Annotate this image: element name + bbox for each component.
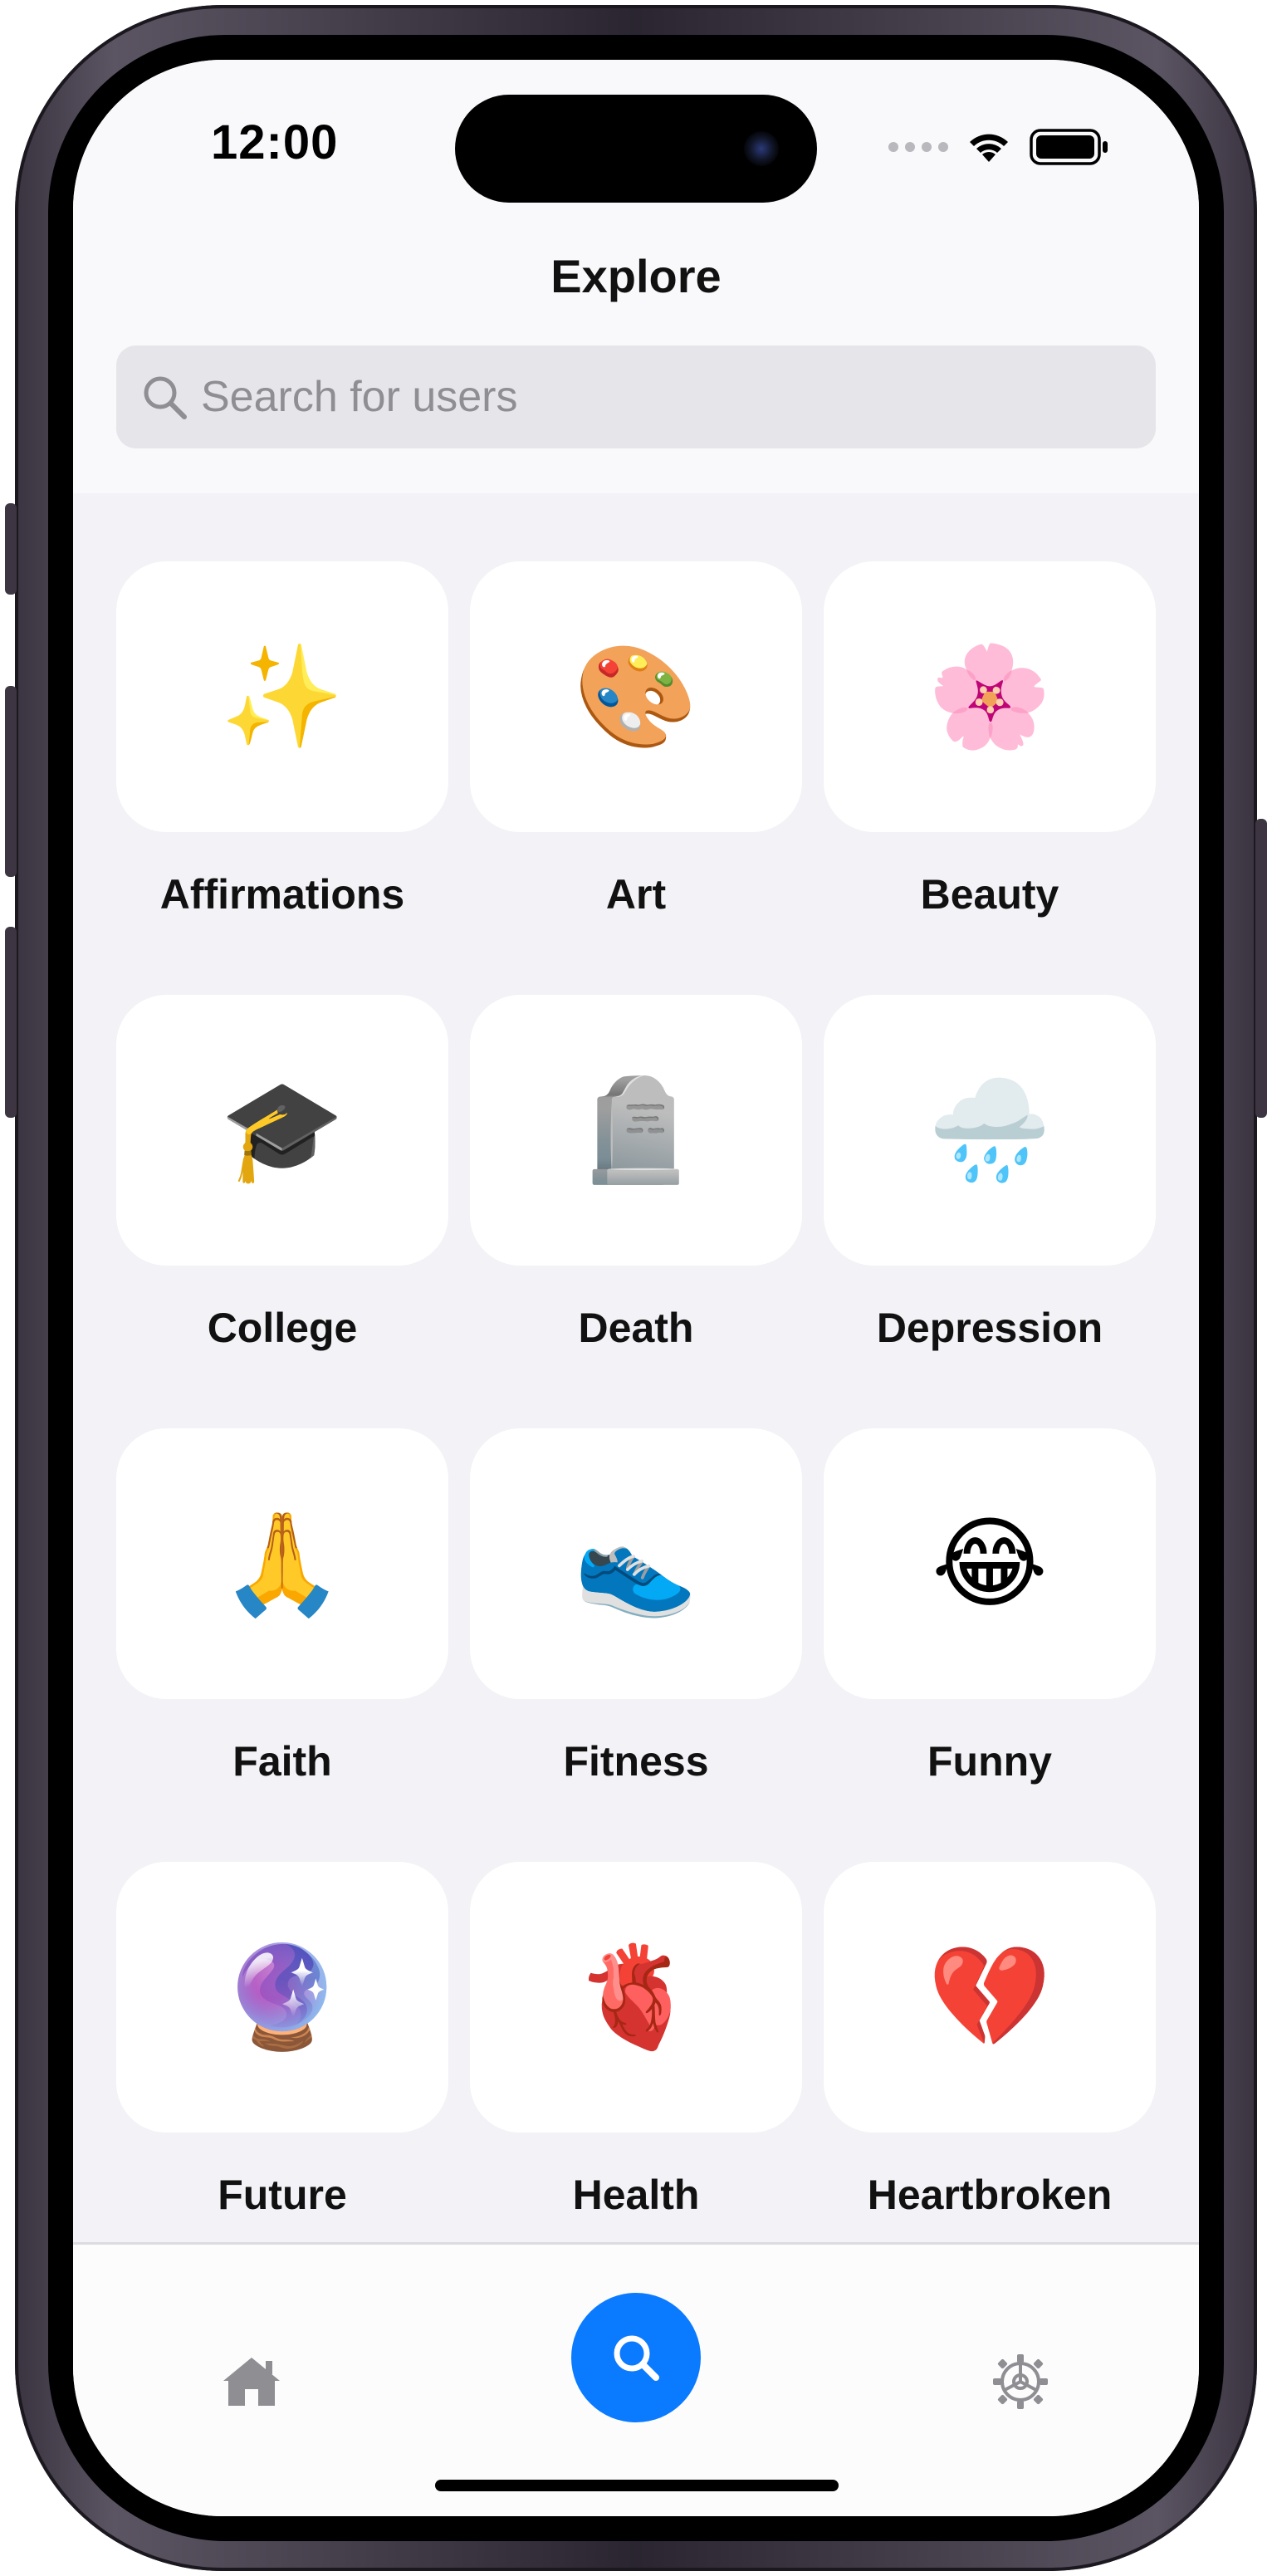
header: 12:00 Explore	[73, 60, 1199, 493]
category-card[interactable]: 🪦	[470, 995, 802, 1266]
category-grid: ✨ Affirmations 🎨 Art 🌸 Beauty 🎓 College 🪦 Death 🌧️…	[116, 561, 1156, 2295]
volume-down-button	[5, 927, 17, 1118]
broken-heart-icon: 💔	[927, 1942, 1052, 2053]
cherry-blossom-icon: 🌸	[927, 641, 1052, 752]
volume-up-button	[5, 686, 17, 877]
category-label: Future	[218, 2172, 347, 2218]
category-label: Depression	[876, 1305, 1103, 1351]
category-card[interactable]: 🔮	[116, 1862, 448, 2133]
category-card[interactable]: 🌸	[824, 561, 1156, 832]
search-icon	[138, 370, 191, 424]
category-label: Heartbroken	[867, 2172, 1113, 2218]
tears-of-joy-icon: 😂	[931, 1508, 1049, 1619]
category-tile[interactable]: 🔮 Future	[116, 1862, 448, 2295]
gear-icon	[993, 2354, 1048, 2409]
category-tile[interactable]: 🎨 Art	[470, 561, 802, 995]
headstone-icon: 🪦	[574, 1075, 698, 1186]
category-card[interactable]: 🎨	[470, 561, 802, 832]
category-tile[interactable]: 🌧️ Depression	[824, 995, 1156, 1428]
rain-cloud-icon: 🌧️	[927, 1075, 1052, 1186]
battery-icon	[1030, 129, 1108, 165]
status-time: 12:00	[211, 115, 339, 169]
tab-home[interactable]	[214, 2344, 289, 2419]
category-tile[interactable]: 😂 Funny	[824, 1428, 1156, 1862]
action-button	[5, 503, 17, 595]
category-tile[interactable]: 🌸 Beauty	[824, 561, 1156, 995]
category-card[interactable]: ✨	[116, 561, 448, 832]
folded-hands-icon: 🙏	[220, 1508, 345, 1619]
category-label: Death	[578, 1305, 694, 1351]
category-card[interactable]: 🫀	[470, 1862, 802, 2133]
anatomical-heart-icon: 🫀	[574, 1942, 698, 2053]
cellular-signal-icon	[888, 142, 948, 152]
search-input[interactable]	[201, 372, 1114, 422]
camera-icon	[744, 131, 779, 166]
category-tile[interactable]: 💔 Heartbroken	[824, 1862, 1156, 2295]
running-shoe-icon: 👟	[574, 1508, 698, 1619]
tab-bar	[73, 2242, 1199, 2516]
category-label: Art	[605, 871, 667, 918]
category-label: Faith	[232, 1738, 332, 1785]
screen: 12:00 Explore Search for users ✨ Affirma…	[73, 60, 1199, 2516]
category-label: Funny	[927, 1738, 1052, 1785]
category-label: Fitness	[563, 1738, 709, 1785]
graduation-cap-icon: 🎓	[220, 1075, 345, 1186]
power-button	[1255, 819, 1267, 1118]
category-card[interactable]: 👟	[470, 1428, 802, 1699]
category-card[interactable]: 🎓	[116, 995, 448, 1266]
sparkles-icon: ✨	[220, 641, 345, 752]
category-label: Beauty	[920, 871, 1059, 918]
category-tile[interactable]: 🎓 College	[116, 995, 448, 1428]
tab-search[interactable]	[571, 2293, 701, 2422]
category-card[interactable]: 😂	[824, 1428, 1156, 1699]
status-indicators	[888, 126, 1109, 168]
category-card[interactable]: 💔	[824, 1862, 1156, 2133]
category-tile[interactable]: 🪦 Death	[470, 995, 802, 1428]
home-indicator[interactable]	[435, 2480, 839, 2491]
crystal-ball-icon: 🔮	[220, 1942, 345, 2053]
category-card[interactable]: 🙏	[116, 1428, 448, 1699]
wifi-icon	[970, 134, 1008, 162]
category-tile[interactable]: ✨ Affirmations	[116, 561, 448, 995]
home-icon	[223, 2358, 280, 2406]
page-title: Explore	[550, 250, 722, 302]
artist-palette-icon: 🎨	[574, 641, 698, 752]
category-label: Affirmations	[159, 871, 405, 918]
dynamic-island	[455, 95, 817, 203]
tab-settings[interactable]	[983, 2344, 1058, 2419]
category-tile[interactable]: 👟 Fitness	[470, 1428, 802, 1862]
search-icon	[614, 2335, 659, 2381]
category-card[interactable]: 🌧️	[824, 995, 1156, 1266]
category-tile[interactable]: 🙏 Faith	[116, 1428, 448, 1862]
category-label: Health	[572, 2172, 700, 2218]
category-tile[interactable]: 🫀 Health	[470, 1862, 802, 2295]
search-bar[interactable]	[116, 345, 1156, 448]
category-label: College	[207, 1305, 358, 1351]
